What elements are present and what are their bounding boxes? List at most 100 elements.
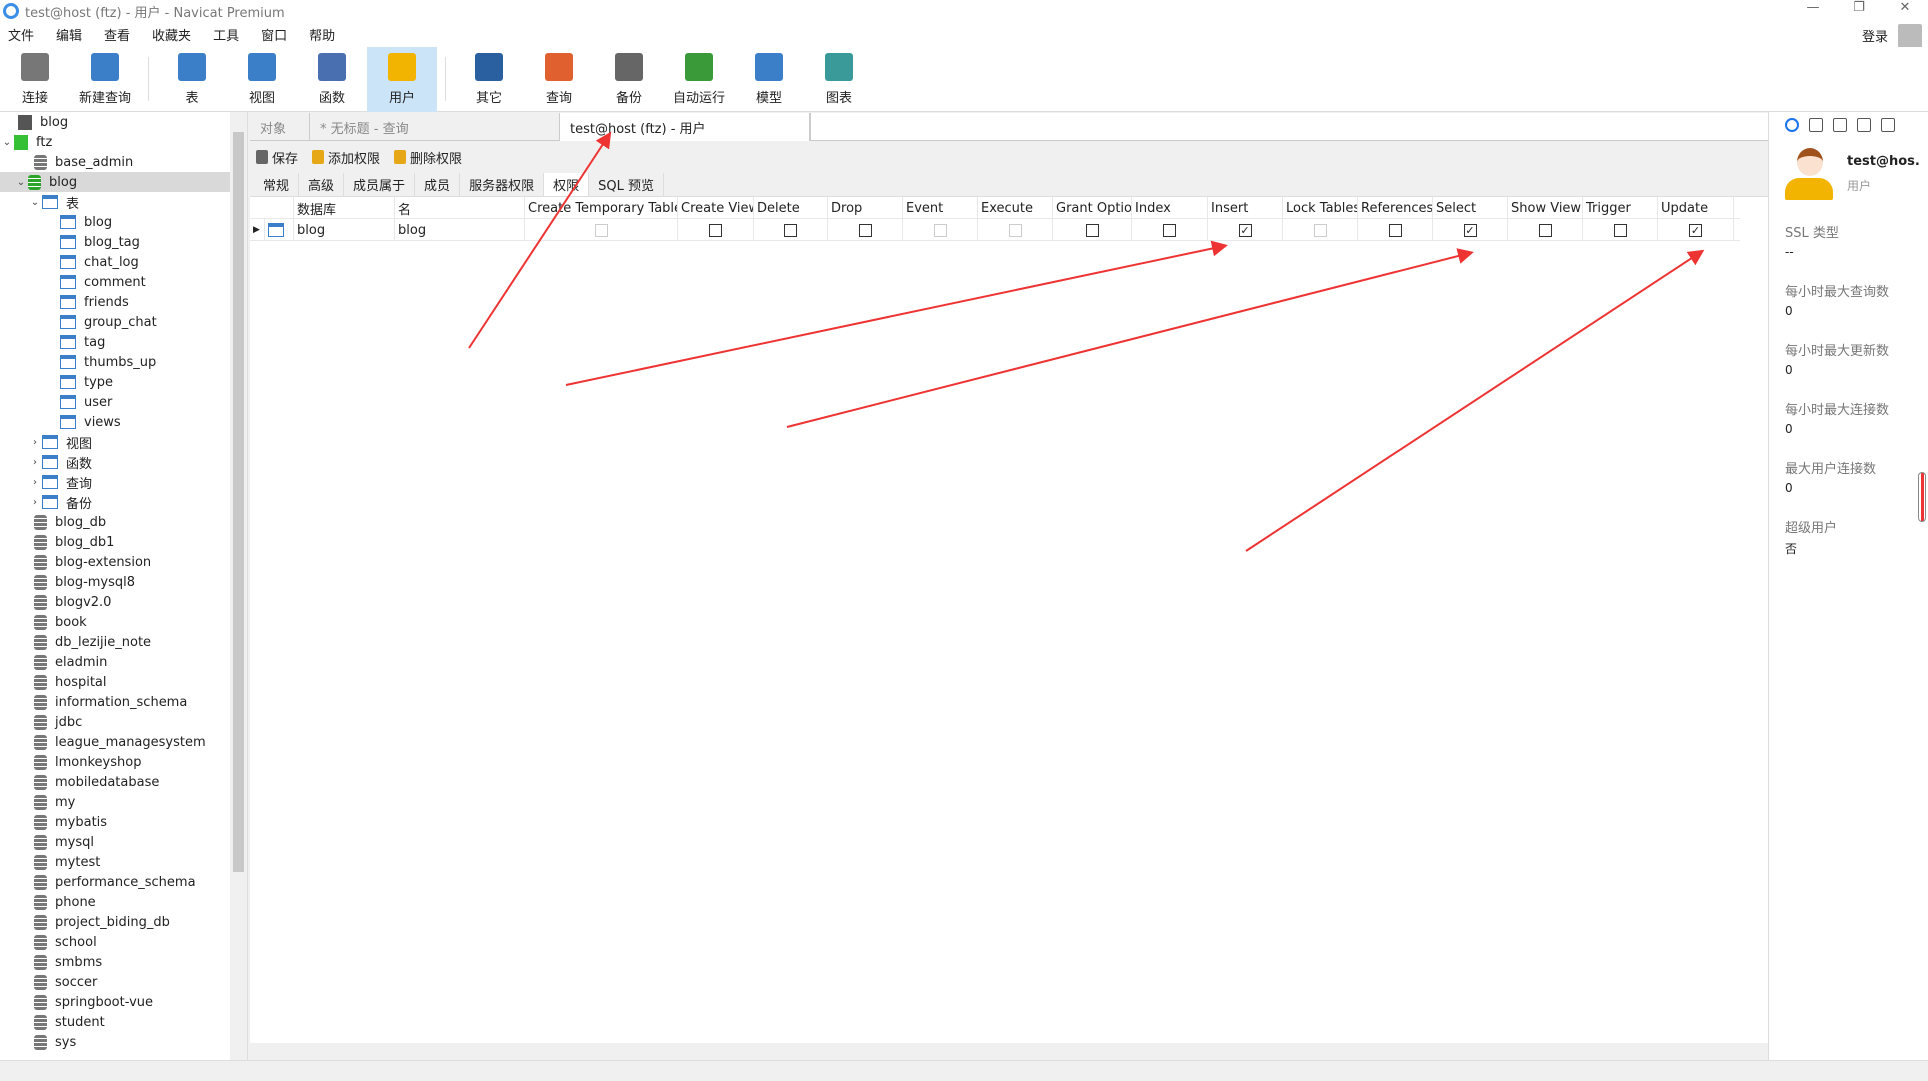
tree-table[interactable]: comment (0, 272, 247, 292)
tree-table[interactable]: type (0, 372, 247, 392)
tree-table[interactable]: blog_tag (0, 232, 247, 252)
menu-item[interactable]: 工具 (205, 25, 253, 44)
name-cell[interactable]: blog (395, 219, 525, 241)
privilege-checkbox[interactable]: ✓ (1463, 223, 1477, 237)
privilege-checkbox[interactable] (858, 223, 872, 237)
tree-database[interactable]: student (0, 1012, 247, 1032)
login-button[interactable]: 登录 (1862, 26, 1888, 45)
tree-scrollbar[interactable] (230, 112, 247, 1060)
subtab[interactable]: SQL 预览 (589, 173, 664, 196)
tree-database[interactable]: league_managesystem (0, 732, 247, 752)
tree-database[interactable]: smbms (0, 952, 247, 972)
table-row[interactable]: ▶ blog blog ✓ ✓ ✓ (250, 219, 1740, 241)
toolbar-connect-button[interactable]: 连接 (0, 47, 70, 112)
tree-database[interactable]: db_lezijie_note (0, 632, 247, 652)
lock-icon[interactable] (1881, 118, 1895, 132)
column-header[interactable]: 名 (395, 197, 525, 219)
expander-icon[interactable]: › (28, 477, 42, 488)
menu-item[interactable]: 收藏夹 (144, 25, 205, 44)
tree-connection[interactable]: ⌄ ftz (0, 132, 247, 152)
expander-icon[interactable]: › (28, 497, 42, 508)
column-header[interactable]: Create Temporary Tables (525, 197, 678, 219)
column-header[interactable]: Update (1658, 197, 1734, 219)
tree-database[interactable]: jdbc (0, 712, 247, 732)
privilege-checkbox[interactable] (709, 223, 722, 237)
tree-table[interactable]: group_chat (0, 312, 247, 332)
maximize-button[interactable]: ❐ (1836, 0, 1882, 15)
tree-database[interactable]: mobiledatabase (0, 772, 247, 792)
tree-group[interactable]: ⌄ 表 (0, 192, 247, 212)
tree-database[interactable]: springboot-vue (0, 992, 247, 1012)
tree-database[interactable]: mysql (0, 832, 247, 852)
tree-database[interactable]: lmonkeyshop (0, 752, 247, 772)
tree-database[interactable]: school (0, 932, 247, 952)
menu-item[interactable]: 帮助 (301, 25, 349, 44)
tree-database[interactable]: project_biding_db (0, 912, 247, 932)
close-button[interactable]: ✕ (1882, 0, 1928, 15)
toolbar-user-button[interactable]: 用户 (367, 47, 437, 112)
toolbar-schedule-button[interactable]: 自动运行 (664, 47, 734, 112)
expander-icon[interactable]: ⌄ (14, 177, 28, 188)
ddl-icon[interactable] (1809, 118, 1823, 132)
tree-table[interactable]: thumbs_up (0, 352, 247, 372)
dependencies-icon[interactable] (1833, 118, 1847, 132)
delete-privilege-button[interactable]: 删除权限 (394, 148, 462, 167)
column-header[interactable]: Drop (828, 197, 903, 219)
expander-icon[interactable]: ⌄ (28, 197, 42, 208)
toolbar-new-query-button[interactable]: 新建查询 (70, 47, 140, 112)
tab[interactable]: 对象 (250, 113, 310, 141)
tree-group[interactable]: › 备份 (0, 492, 247, 512)
tree-database[interactable]: hospital (0, 672, 247, 692)
column-header[interactable]: Delete (754, 197, 828, 219)
privilege-checkbox[interactable]: ✓ (1238, 223, 1252, 237)
tab[interactable]: test@host (ftz) - 用户 (560, 113, 810, 141)
privilege-checkbox[interactable] (1613, 223, 1627, 237)
column-header[interactable]: 数据库 (294, 197, 395, 219)
scrollbar-thumb[interactable] (233, 132, 244, 872)
tree-database[interactable]: information_schema (0, 692, 247, 712)
toolbar-tools-button[interactable]: 其它 (454, 47, 524, 112)
privilege-checkbox[interactable] (1163, 223, 1176, 237)
tree-database[interactable]: mytest (0, 852, 247, 872)
column-header[interactable]: Create View (678, 197, 754, 219)
tree-connection[interactable]: blog (0, 112, 247, 132)
column-header[interactable]: Grant Option (1053, 197, 1132, 219)
column-header[interactable]: References (1358, 197, 1433, 219)
expander-icon[interactable]: ⌄ (0, 137, 14, 148)
tree-database[interactable]: blog_db (0, 512, 247, 532)
tree-table[interactable]: user (0, 392, 247, 412)
privilege-checkbox[interactable] (1388, 223, 1402, 237)
toolbar-view-button[interactable]: 视图 (227, 47, 297, 112)
menu-item[interactable]: 查看 (96, 25, 144, 44)
tree-database[interactable]: eladmin (0, 652, 247, 672)
tree-database[interactable]: my (0, 792, 247, 812)
info-icon[interactable] (1785, 118, 1799, 132)
expander-icon[interactable]: › (28, 437, 42, 448)
subtab[interactable]: 权限 (544, 173, 590, 196)
tree-group[interactable]: › 函数 (0, 452, 247, 472)
tree-table[interactable]: friends (0, 292, 247, 312)
toolbar-query-button[interactable]: 查询 (524, 47, 594, 112)
toolbar-table-button[interactable]: 表 (157, 47, 227, 112)
toolbar-chart-button[interactable]: 图表 (804, 47, 874, 112)
tree-database[interactable]: performance_schema (0, 872, 247, 892)
tree-database[interactable]: blog_db1 (0, 532, 247, 552)
column-header[interactable]: Trigger (1583, 197, 1658, 219)
column-header[interactable]: Index (1132, 197, 1208, 219)
subtab[interactable]: 服务器权限 (460, 173, 545, 196)
database-cell[interactable]: blog (294, 219, 395, 241)
tree-table[interactable]: views (0, 412, 247, 432)
info-scrollbar[interactable] (1918, 472, 1926, 522)
tree-group[interactable]: › 查询 (0, 472, 247, 492)
tree-table[interactable]: tag (0, 332, 247, 352)
expander-icon[interactable]: › (28, 457, 42, 468)
tree-database[interactable]: blog-mysql8 (0, 572, 247, 592)
menu-item[interactable]: 编辑 (48, 25, 96, 44)
save-button[interactable]: 保存 (256, 148, 298, 167)
column-header[interactable]: Select (1433, 197, 1508, 219)
tree-database[interactable]: soccer (0, 972, 247, 992)
privilege-checkbox[interactable] (1085, 223, 1099, 237)
relations-icon[interactable] (1857, 118, 1871, 132)
tree-database[interactable]: book (0, 612, 247, 632)
privilege-checkbox[interactable]: ✓ (1689, 223, 1702, 237)
